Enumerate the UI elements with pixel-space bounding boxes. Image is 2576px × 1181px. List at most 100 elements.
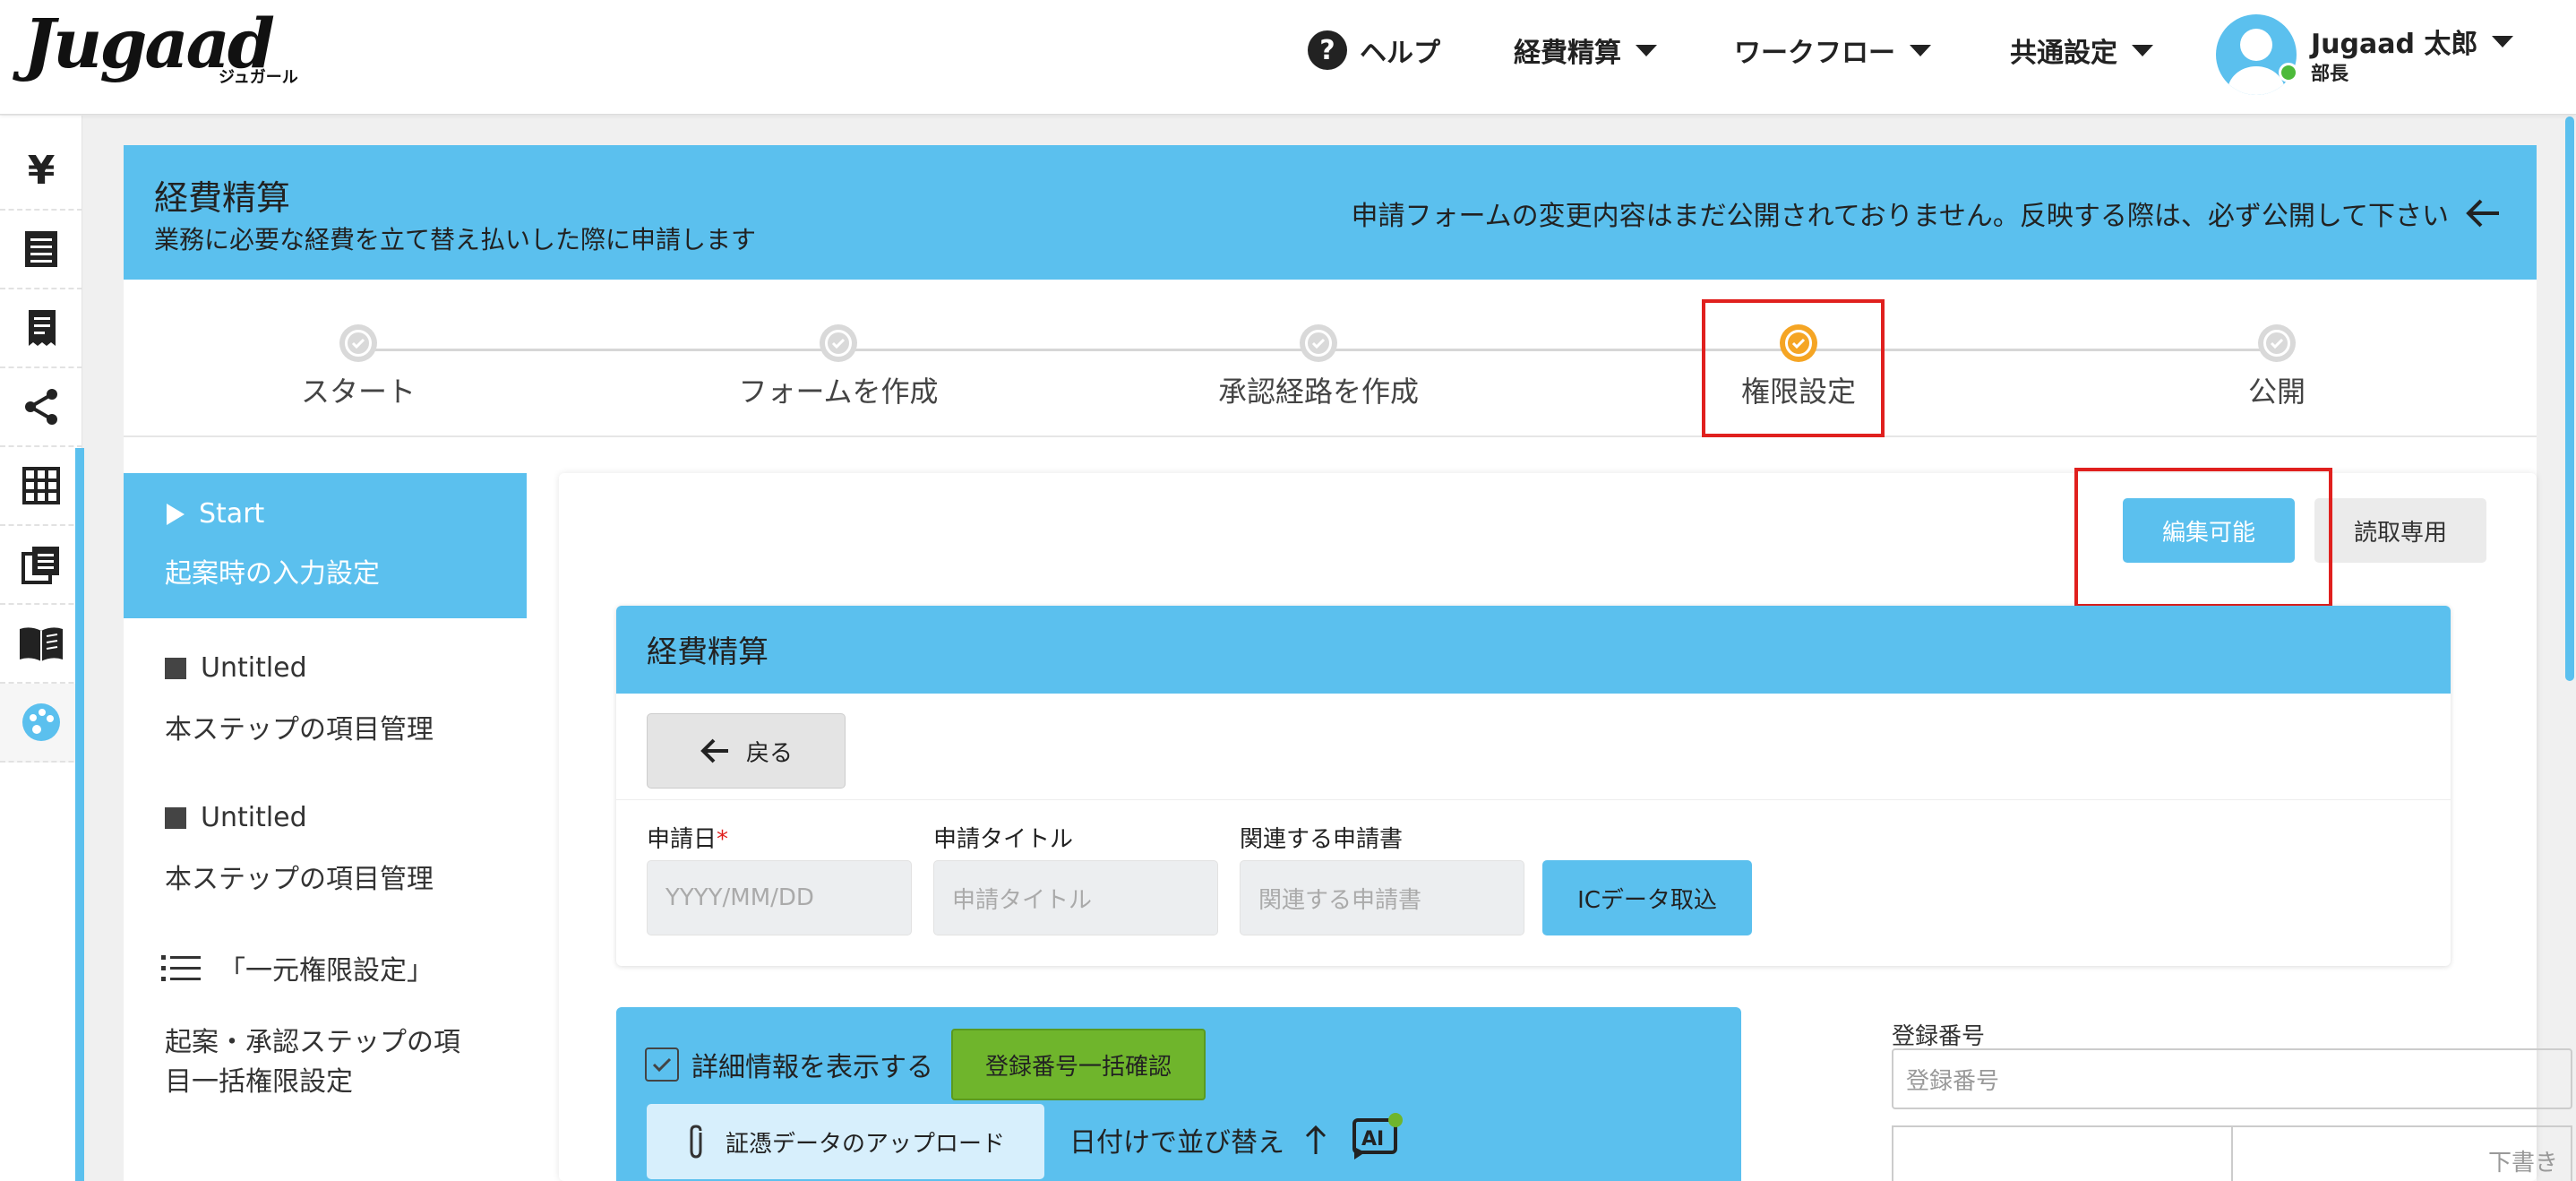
required-mark: * bbox=[717, 826, 729, 853]
receipt-icon bbox=[29, 310, 56, 346]
side-item-sub-line2: 目一括権限設定 bbox=[165, 1066, 353, 1098]
bulk-registration-check-button[interactable]: 登録番号一括確認 bbox=[951, 1029, 1206, 1100]
highlight-box-step bbox=[1702, 299, 1885, 437]
main-area: 経費精算 業務に必要な経費を立て替え払いした際に申請します 申請フォームの変更内… bbox=[124, 145, 2572, 1181]
side-item-sub: 本ステップの項目管理 bbox=[165, 864, 434, 895]
share-icon bbox=[25, 389, 57, 425]
step-label: フォームを作成 bbox=[738, 375, 939, 409]
list-icon bbox=[161, 955, 201, 981]
user-role: 部長 bbox=[2311, 63, 2348, 84]
nav-workflow-label: ワークフロー bbox=[1734, 38, 1895, 69]
apply-date-label: 申請日* bbox=[647, 821, 728, 854]
caret-down-icon bbox=[2132, 44, 2153, 56]
nav-common-settings-label: 共通設定 bbox=[2010, 38, 2117, 69]
rail-receipt[interactable] bbox=[0, 289, 82, 368]
step-dot bbox=[820, 324, 857, 362]
apply-title-input[interactable]: 申請タイトル bbox=[933, 860, 1218, 935]
online-status-dot bbox=[2279, 63, 2298, 82]
side-item-sub: 起案・承認ステップの項 目一括権限設定 bbox=[161, 1023, 485, 1102]
side-item-bulk-permissions[interactable]: 「一元権限設定」 起案・承認ステップの項 目一括権限設定 bbox=[124, 948, 527, 1102]
banner-subtitle: 業務に必要な経費を立て替え払いした際に申請します bbox=[154, 225, 757, 254]
ic-data-import-button[interactable]: ICデータ取込 bbox=[1542, 860, 1752, 935]
avatar[interactable] bbox=[2216, 14, 2297, 95]
back-button-label: 戻る bbox=[745, 739, 793, 767]
back-button[interactable]: 戻る bbox=[647, 713, 846, 789]
sort-by-date[interactable]: 日付けで並び替え bbox=[1069, 1120, 1327, 1159]
step-publish[interactable]: 公開 bbox=[2142, 324, 2411, 410]
apply-date-input[interactable]: YYYY/MM/DD bbox=[647, 860, 912, 935]
unpublished-notice: 申請フォームの変更内容はまだ公開されておりません。反映する際は、必ず公開して下さ… bbox=[1352, 194, 2502, 233]
grid-icon bbox=[22, 467, 60, 504]
rail-yen[interactable]: ¥ bbox=[0, 132, 82, 211]
step-side-list: Start 起案時の入力設定 Untitled 本ステップの項目管理 Untit… bbox=[124, 473, 527, 1102]
step-progress: スタート フォームを作成 承認経路を作成 権限設定 公開 bbox=[124, 280, 2537, 437]
registration-number-label: 登録番号 bbox=[1892, 1023, 1986, 1050]
play-icon bbox=[167, 503, 185, 525]
show-details-toggle[interactable]: 詳細情報を表示する bbox=[645, 1045, 933, 1084]
show-details-label: 詳細情報を表示する bbox=[691, 1052, 933, 1083]
ai-assist-icon[interactable]: AI bbox=[1351, 1111, 1404, 1161]
side-item-title-text: Untitled bbox=[201, 802, 307, 833]
check-icon bbox=[825, 330, 852, 357]
svg-text:AI: AI bbox=[1361, 1128, 1384, 1151]
nav-common-settings-menu[interactable]: 共通設定 bbox=[2010, 27, 2153, 73]
read-only-button[interactable]: 読取専用 bbox=[2314, 498, 2486, 563]
divider bbox=[616, 799, 2451, 800]
side-item-title-text: 「一元権限設定」 bbox=[219, 955, 434, 987]
yen-icon: ¥ bbox=[27, 147, 56, 194]
step-create-route[interactable]: 承認経路を作成 bbox=[1184, 324, 1453, 410]
apply-title-label: 申請タイトル bbox=[933, 826, 1074, 853]
step-label: 承認経路を作成 bbox=[1217, 375, 1419, 409]
arrow-left-icon[interactable] bbox=[2465, 197, 2501, 229]
apply-date-label-text: 申請日 bbox=[647, 826, 717, 853]
arrow-left-icon bbox=[700, 738, 728, 763]
rail-accent-bar bbox=[75, 448, 84, 1181]
side-item-untitled-1[interactable]: Untitled 本ステップの項目管理 bbox=[124, 652, 527, 746]
document-list-icon bbox=[25, 231, 57, 267]
draft-cell: 下書き bbox=[2487, 1150, 2558, 1177]
caret-down-icon bbox=[1910, 44, 1931, 56]
user-name: Jugaad 太郎 bbox=[2311, 29, 2478, 60]
checkbox-checked-icon[interactable] bbox=[645, 1047, 679, 1082]
check-icon bbox=[1305, 330, 1332, 357]
banner-title: 経費精算 bbox=[154, 178, 291, 218]
user-menu[interactable]: Jugaad 太郎 bbox=[2311, 22, 2514, 61]
registration-number-input[interactable]: 登録番号 bbox=[1892, 1048, 2572, 1109]
rail-share[interactable] bbox=[0, 368, 82, 447]
unpublished-notice-text: 申請フォームの変更内容はまだ公開されておりません。反映する際は、必ず公開して下さ… bbox=[1351, 201, 2450, 232]
caret-down-icon bbox=[2492, 35, 2514, 47]
nav-workflow-menu[interactable]: ワークフロー bbox=[1734, 27, 1931, 73]
rail-book[interactable] bbox=[0, 605, 82, 684]
rail-grid[interactable] bbox=[0, 447, 82, 526]
side-item-title: 「一元権限設定」 bbox=[161, 948, 485, 987]
rail-document-list[interactable] bbox=[0, 211, 82, 289]
side-item-sub: 起案時の入力設定 bbox=[165, 558, 380, 590]
rail-palette[interactable] bbox=[0, 684, 82, 763]
detail-panel: 詳細情報を表示する 登録番号一括確認 証憑データのアップロード 日付けで並び替え bbox=[616, 1007, 1741, 1181]
copy-list-icon bbox=[21, 547, 59, 584]
side-item-title-text: Untitled bbox=[201, 652, 307, 684]
page-scrollbar[interactable] bbox=[2565, 116, 2574, 681]
user-silhouette-icon bbox=[2228, 29, 2285, 95]
side-item-sub-line1: 起案・承認ステップの項 bbox=[165, 1027, 460, 1058]
rail-copy-list[interactable] bbox=[0, 526, 82, 605]
step-start[interactable]: スタート bbox=[224, 324, 493, 410]
form-card-title: 経費精算 bbox=[616, 606, 2451, 694]
step-label: 公開 bbox=[2247, 375, 2306, 409]
step-dot bbox=[1300, 324, 1337, 362]
paperclip-icon bbox=[690, 1125, 702, 1159]
step-dot bbox=[339, 324, 377, 362]
check-icon bbox=[345, 330, 372, 357]
nav-expense-menu[interactable]: 経費精算 bbox=[1514, 27, 1657, 73]
side-item-start[interactable]: Start 起案時の入力設定 bbox=[124, 473, 527, 618]
help-icon: ? bbox=[1308, 30, 1347, 70]
upload-evidence-button[interactable]: 証憑データのアップロード bbox=[647, 1104, 1044, 1179]
related-application-input[interactable]: 関連する申請書 bbox=[1240, 860, 1524, 935]
side-item-title: Untitled bbox=[165, 652, 485, 684]
check-icon bbox=[2263, 330, 2290, 357]
table-cell bbox=[1893, 1127, 2233, 1181]
step-create-form[interactable]: フォームを作成 bbox=[704, 324, 973, 410]
help-link[interactable]: ? ヘルプ bbox=[1308, 27, 1440, 73]
side-item-untitled-2[interactable]: Untitled 本ステップの項目管理 bbox=[124, 802, 527, 896]
caret-down-icon bbox=[1636, 44, 1657, 56]
